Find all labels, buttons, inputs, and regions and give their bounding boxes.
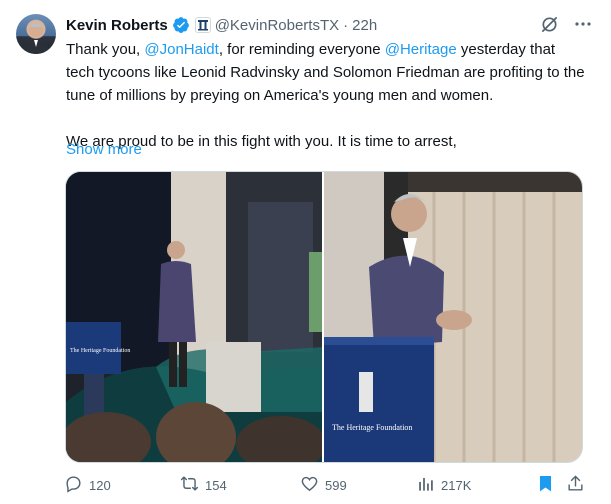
tweet-text-segment: , for reminding everyone <box>218 41 385 58</box>
mention-link[interactable]: @JonHaidt <box>144 41 218 58</box>
separator-dot: · <box>343 16 349 34</box>
avatar-portrait <box>22 23 50 54</box>
avatar[interactable] <box>16 14 56 54</box>
share-icon <box>566 474 585 496</box>
author-handle[interactable]: @KevinRobertsTX <box>215 17 339 34</box>
tweet-top-actions <box>539 14 593 34</box>
podium-sign-text: The Heritage Foundation <box>332 423 412 432</box>
podium-sign-text: The Heritage Foundation <box>70 348 130 354</box>
views-count: 217K <box>441 477 472 493</box>
photo-1[interactable]: The Heritage Foundation <box>66 172 322 462</box>
more-options-icon[interactable] <box>573 14 593 34</box>
tweet-text-segment: Thank you, <box>66 41 145 58</box>
repost-icon <box>180 474 199 496</box>
reply-button[interactable]: 120 <box>64 474 111 496</box>
photo-2-image: The Heritage Foundation <box>324 172 582 462</box>
views-icon <box>416 474 435 496</box>
tweet-header: Kevin Roberts @KevinRobertsTX · 22h <box>66 14 377 36</box>
author-name[interactable]: Kevin Roberts <box>66 17 168 34</box>
photo-2[interactable]: The Heritage Foundation <box>324 172 582 462</box>
bookmark-icon <box>536 474 555 496</box>
timestamp[interactable]: 22h <box>352 17 377 34</box>
verified-badge-icon[interactable] <box>172 16 190 34</box>
grok-icon[interactable] <box>539 14 559 34</box>
media-grid: The Heritage Foundation The Heritage Fou… <box>65 171 583 463</box>
tweet-paragraph-2: We are proud to be in this fight with yo… <box>66 133 457 150</box>
heart-icon <box>300 474 319 496</box>
affiliation-badge-icon[interactable] <box>194 17 211 33</box>
reply-icon <box>64 474 83 496</box>
like-button[interactable]: 599 <box>300 474 347 496</box>
repost-button[interactable]: 154 <box>180 474 227 496</box>
tweet-actions: 120 154 599 217K <box>64 474 586 496</box>
tweet-paragraph-1: Thank you, @JonHaidt, for reminding ever… <box>66 38 586 107</box>
show-more-link[interactable]: Show more <box>66 138 142 161</box>
photo-1-image: The Heritage Foundation <box>66 172 322 462</box>
repost-count: 154 <box>205 477 227 493</box>
views-button[interactable]: 217K <box>416 474 471 496</box>
tweet[interactable]: Kevin Roberts @KevinRobertsTX · 22h Than… <box>0 0 611 504</box>
mention-link[interactable]: @Heritage <box>385 41 457 58</box>
reply-count: 120 <box>89 477 111 493</box>
tweet-text: Thank you, @JonHaidt, for reminding ever… <box>66 38 586 153</box>
bookmark-button[interactable] <box>536 474 555 496</box>
share-button[interactable] <box>566 474 585 496</box>
like-count: 599 <box>325 477 347 493</box>
